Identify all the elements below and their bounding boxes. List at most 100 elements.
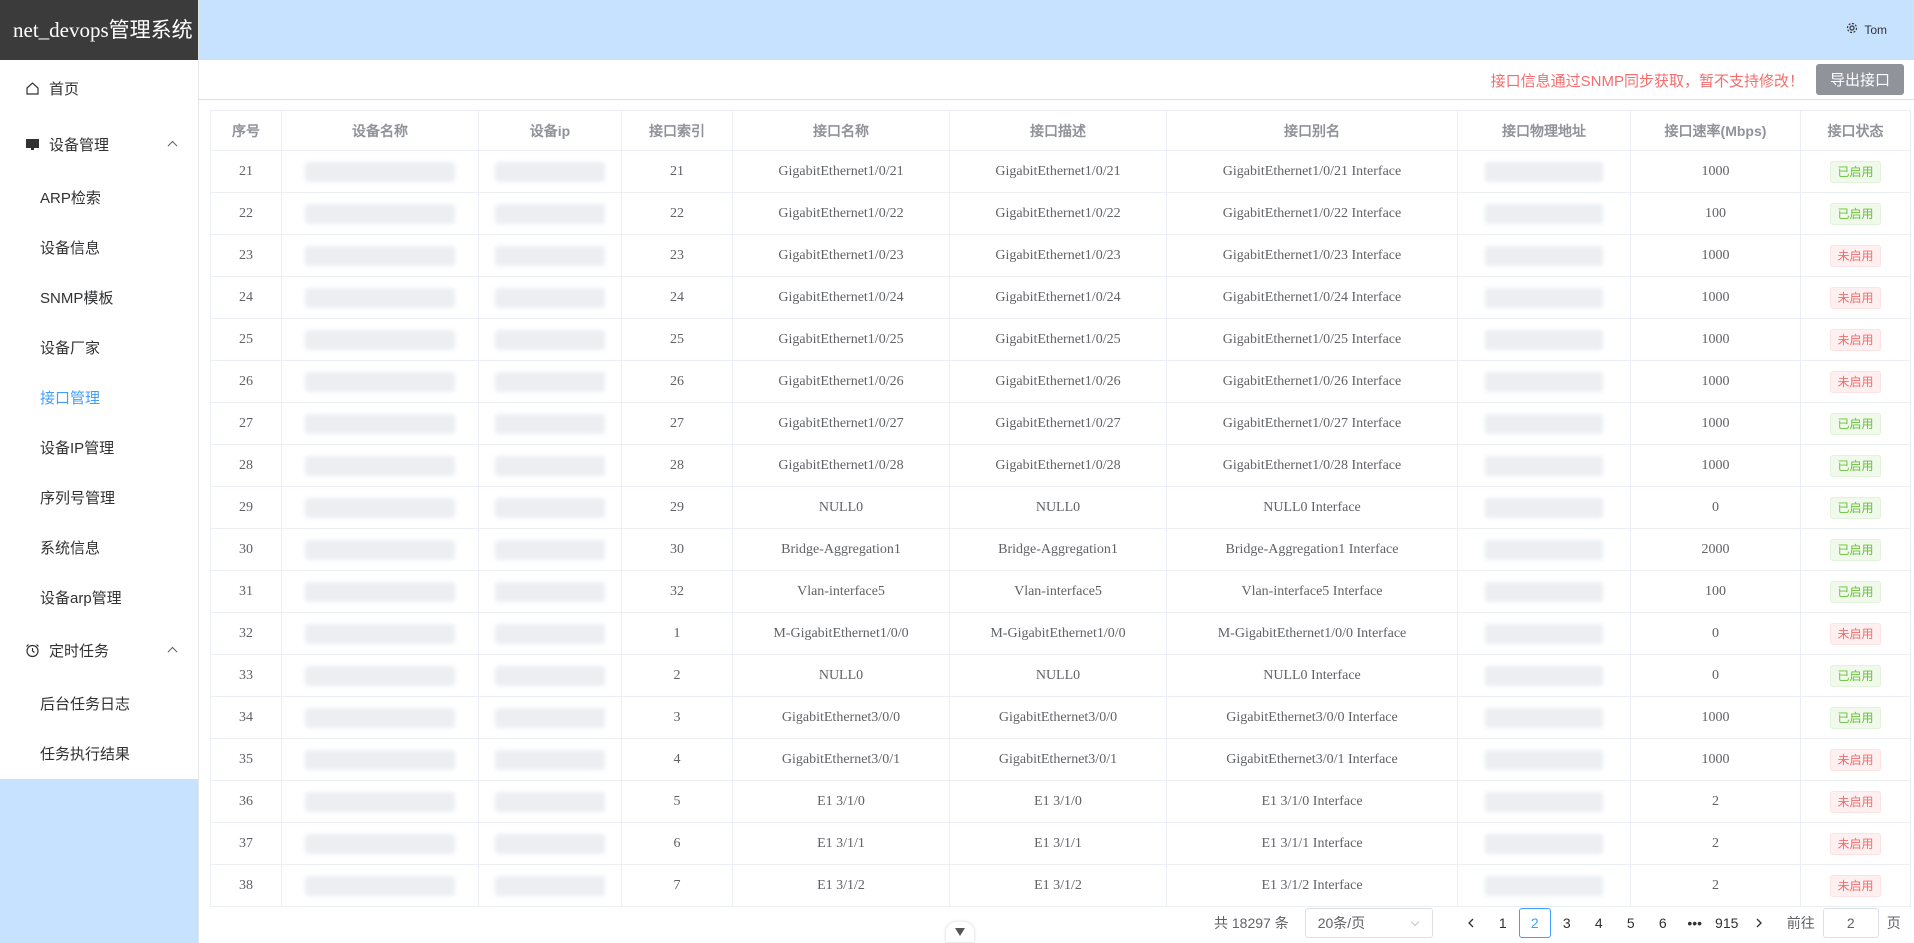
redacted-value bbox=[495, 539, 605, 560]
sidebar-item-5[interactable]: 设备厂家 bbox=[0, 322, 198, 372]
pagination: 共 18297 条 20条/页 123456•••915 前往 页 bbox=[1214, 908, 1901, 938]
table-cell: 未启用 bbox=[1800, 612, 1911, 655]
table-cell: 28 bbox=[210, 444, 282, 487]
sidebar-item-label: 设备管理 bbox=[49, 136, 110, 154]
sidebar-item-11[interactable]: 定时任务 bbox=[0, 622, 198, 678]
sidebar-item-label: 系统信息 bbox=[40, 539, 101, 557]
table-cell: GigabitEthernet1/0/26 Interface bbox=[1166, 360, 1458, 403]
table-row: 29 29 NULL0 NULL0 NULL0 Interface 0 已启用 bbox=[210, 486, 1911, 529]
sidebar-item-13[interactable]: 任务执行结果 bbox=[0, 728, 198, 778]
table-cell: GigabitEthernet1/0/22 bbox=[949, 192, 1167, 235]
status-badge: 未启用 bbox=[1830, 748, 1881, 771]
table-cell: NULL0 bbox=[949, 654, 1167, 697]
sidebar-item-1[interactable]: 设备管理 bbox=[0, 116, 198, 172]
page-size-select[interactable]: 20条/页 bbox=[1304, 908, 1433, 938]
redacted-value bbox=[305, 455, 455, 476]
table-cell: 38 bbox=[210, 864, 282, 907]
page-button[interactable]: 4 bbox=[1583, 908, 1615, 938]
table-row: 26 26 GigabitEthernet1/0/26 GigabitEthernet… bbox=[210, 360, 1911, 403]
redacted-value bbox=[1485, 203, 1603, 224]
table-cell: GigabitEthernet1/0/21 bbox=[732, 150, 950, 193]
table-cell: GigabitEthernet1/0/25 bbox=[732, 318, 950, 361]
sidebar-item-label: 设备arp管理 bbox=[40, 589, 122, 607]
table-cell: 未启用 bbox=[1800, 864, 1911, 907]
redacted-value bbox=[305, 287, 455, 308]
page-button[interactable]: 2 bbox=[1518, 908, 1551, 938]
table-cell: 未启用 bbox=[1800, 360, 1911, 403]
table-cell bbox=[1457, 612, 1631, 655]
table-cell: GigabitEthernet3/0/0 bbox=[732, 696, 950, 739]
sidebar-item-0[interactable]: 首页 bbox=[0, 60, 198, 116]
table-cell: GigabitEthernet1/0/21 bbox=[949, 150, 1167, 193]
user-menu[interactable]: Tom bbox=[1846, 22, 1887, 37]
status-badge: 已启用 bbox=[1830, 580, 1881, 603]
sidebar-item-9[interactable]: 系统信息 bbox=[0, 522, 198, 572]
table-cell bbox=[281, 444, 479, 487]
sidebar-item-8[interactable]: 序列号管理 bbox=[0, 472, 198, 522]
table-cell: 未启用 bbox=[1800, 276, 1911, 319]
table-cell: E1 3/1/0 bbox=[732, 780, 950, 823]
table-row: 31 32 Vlan-interface5 Vlan-interface5 Vlan-i… bbox=[210, 570, 1911, 613]
table-cell: GigabitEthernet1/0/28 Interface bbox=[1166, 444, 1458, 487]
table-row: 32 1 M-GigabitEthernet1/0/0 M-GigabitEthern… bbox=[210, 612, 1911, 655]
table-cell bbox=[281, 318, 479, 361]
redacted-value bbox=[1485, 749, 1603, 770]
more-pages-button[interactable]: ••• bbox=[1679, 908, 1711, 938]
redacted-value bbox=[305, 497, 455, 518]
redacted-value bbox=[1485, 287, 1603, 308]
table-cell: GigabitEthernet1/0/25 bbox=[949, 318, 1167, 361]
status-badge: 已启用 bbox=[1830, 706, 1881, 729]
page-button[interactable]: 3 bbox=[1551, 908, 1583, 938]
column-header: 接口速率(Mbps) bbox=[1630, 110, 1801, 151]
table-cell bbox=[478, 276, 622, 319]
scroll-down-button[interactable] bbox=[946, 922, 974, 942]
redacted-value bbox=[305, 791, 455, 812]
sidebar-item-3[interactable]: 设备信息 bbox=[0, 222, 198, 272]
table-cell: Vlan-interface5 bbox=[949, 570, 1167, 613]
sidebar-item-12[interactable]: 后台任务日志 bbox=[0, 678, 198, 728]
table-row: 21 21 GigabitEthernet1/0/21 GigabitEthernet… bbox=[210, 150, 1911, 193]
sidebar-item-label: 设备IP管理 bbox=[40, 439, 115, 457]
redacted-value bbox=[305, 749, 455, 770]
page-button[interactable]: 5 bbox=[1615, 908, 1647, 938]
table-cell: Bridge-Aggregation1 bbox=[949, 528, 1167, 571]
sidebar-item-6[interactable]: 接口管理 bbox=[0, 372, 198, 422]
sidebar: net_devops管理系统 首页 设备管理 ARP检索 设备信息 SNMP模板 设备厂家… bbox=[0, 0, 199, 943]
page-button[interactable]: 6 bbox=[1647, 908, 1679, 938]
table-cell: GigabitEthernet1/0/28 bbox=[949, 444, 1167, 487]
table-cell: GigabitEthernet1/0/27 bbox=[732, 402, 950, 445]
table-cell bbox=[1457, 402, 1631, 445]
redacted-value bbox=[305, 875, 455, 896]
chevron-down-icon bbox=[1410, 917, 1419, 927]
toolbar: 接口信息通过SNMP同步获取，暂不支持修改！ 导出接口 bbox=[199, 60, 1914, 100]
table-cell: 2000 bbox=[1630, 528, 1801, 571]
redacted-value bbox=[305, 623, 455, 644]
table-cell: 23 bbox=[621, 234, 733, 277]
goto-page-input[interactable] bbox=[1822, 908, 1879, 938]
sidebar-item-2[interactable]: ARP检索 bbox=[0, 172, 198, 222]
prev-page-button[interactable] bbox=[1455, 908, 1487, 938]
redacted-value bbox=[495, 665, 605, 686]
sidebar-item-4[interactable]: SNMP模板 bbox=[0, 272, 198, 322]
table-cell: 21 bbox=[210, 150, 282, 193]
next-page-button[interactable] bbox=[1743, 908, 1775, 938]
table-cell: 22 bbox=[621, 192, 733, 235]
table-cell: 1000 bbox=[1630, 738, 1801, 781]
goto-page: 前往 页 bbox=[1787, 908, 1901, 938]
table-cell: E1 3/1/2 bbox=[949, 864, 1167, 907]
table-cell: 1000 bbox=[1630, 360, 1801, 403]
page-button[interactable]: 1 bbox=[1487, 908, 1519, 938]
page-button[interactable]: 915 bbox=[1711, 908, 1743, 938]
total-count: 共 18297 条 bbox=[1214, 915, 1289, 931]
redacted-value bbox=[305, 581, 455, 602]
table-cell: 25 bbox=[210, 318, 282, 361]
sidebar-item-7[interactable]: 设备IP管理 bbox=[0, 422, 198, 472]
table-cell: GigabitEthernet1/0/24 Interface bbox=[1166, 276, 1458, 319]
sidebar-item-10[interactable]: 设备arp管理 bbox=[0, 572, 198, 622]
redacted-value bbox=[495, 707, 605, 728]
table-cell: GigabitEthernet1/0/22 Interface bbox=[1166, 192, 1458, 235]
redacted-value bbox=[305, 707, 455, 728]
table-cell: 25 bbox=[621, 318, 733, 361]
export-interfaces-button[interactable]: 导出接口 bbox=[1816, 64, 1904, 95]
table-cell: 0 bbox=[1630, 654, 1801, 697]
